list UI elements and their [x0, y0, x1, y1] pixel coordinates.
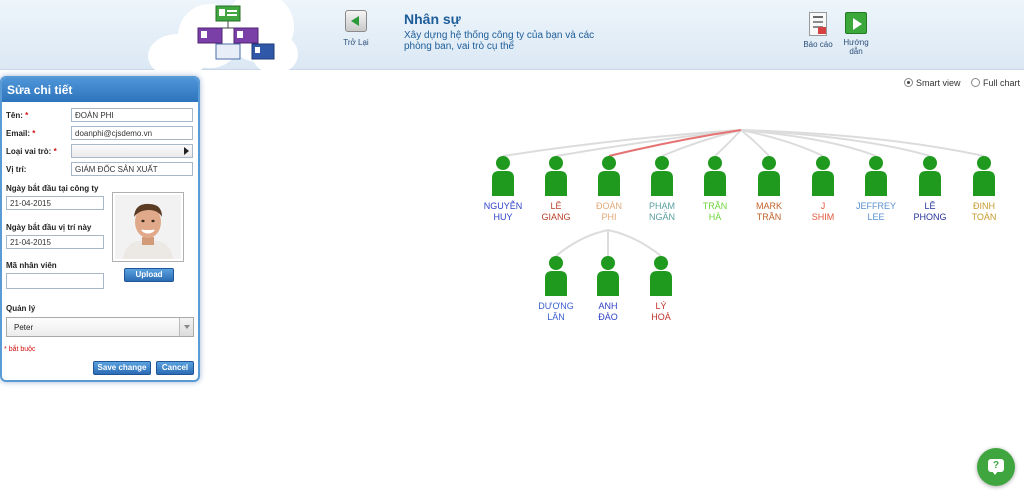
panel-title: Sửa chi tiết	[2, 78, 198, 102]
company-start-date-field[interactable]: 21-04-2015	[6, 196, 104, 210]
upload-button[interactable]: Upload	[124, 268, 174, 282]
employee-last-name: LEE	[867, 212, 885, 222]
email-label: Email:	[6, 129, 31, 138]
employee-last-name: ĐÀO	[598, 312, 618, 322]
role-label-wrap: Loại vai trò: *	[6, 147, 57, 156]
employee-last-name: LÂN	[547, 312, 565, 322]
employee-node[interactable]: PHẠM NGÂN	[632, 154, 692, 223]
name-field[interactable]: ĐOÀN PHI	[71, 108, 193, 122]
required-mark: *	[32, 129, 36, 138]
email-field[interactable]: doanphi@cjsdemo.vn	[71, 126, 193, 140]
employee-id-field[interactable]	[6, 273, 104, 289]
employee-node[interactable]: LÊ GIANG	[526, 154, 586, 223]
employee-first-name: PHẠM	[648, 201, 675, 211]
employee-first-name: LÝ	[655, 301, 667, 311]
required-mark: *	[4, 346, 7, 353]
role-select[interactable]	[71, 144, 193, 158]
employee-last-name: HOÀ	[651, 312, 671, 322]
employee-node[interactable]: LÊ PHONG	[900, 154, 960, 223]
manager-label: Quản lý	[6, 304, 36, 313]
company-start-label: Ngày bắt đầu tại công ty	[6, 184, 99, 193]
position-field[interactable]: GIÁM ĐỐC SẢN XUẤT	[71, 162, 193, 176]
position-label: Vị trí:	[6, 165, 27, 174]
employee-id-label: Mã nhân viên	[6, 261, 57, 270]
person-icon	[651, 156, 673, 196]
required-note: * bắt buộc	[4, 346, 36, 353]
employee-node[interactable]: JEFFREY LEE	[846, 154, 906, 223]
chevron-down-icon[interactable]	[179, 318, 193, 336]
employee-node[interactable]: LÝ HOÀ	[631, 254, 691, 323]
chevron-right-icon	[184, 147, 189, 155]
required-mark: *	[25, 111, 29, 120]
person-icon	[545, 256, 567, 296]
employee-last-name: PHI	[601, 212, 617, 222]
employee-node[interactable]: MARK TRẦN	[739, 154, 799, 223]
profile-photo	[112, 192, 184, 262]
employee-last-name: HÀ	[708, 212, 722, 222]
person-icon	[758, 156, 780, 196]
employee-node[interactable]: ĐINH TOÀN	[954, 154, 1014, 223]
employee-first-name: TRẦN	[702, 201, 728, 211]
employee-first-name: NGUYỄN	[483, 201, 523, 211]
employee-node[interactable]: TRẦN HÀ	[685, 154, 745, 223]
employee-last-name: NGÂN	[648, 212, 675, 222]
name-label-wrap: Tên: *	[6, 111, 28, 120]
name-label: Tên:	[6, 111, 23, 120]
employee-first-name: ANH	[598, 301, 618, 311]
position-start-label: Ngày bắt đầu vị trí này	[6, 223, 92, 232]
employee-last-name: HUY	[493, 212, 513, 222]
employee-first-name: LÊ	[550, 201, 562, 211]
edit-details-panel: Sửa chi tiết Tên: * ĐOÀN PHI Email: * do…	[0, 76, 200, 382]
avatar	[115, 195, 181, 259]
help-chat-button[interactable]: ?	[977, 448, 1015, 486]
employee-last-name: SHIM	[811, 212, 835, 222]
required-mark: *	[53, 147, 57, 156]
employee-first-name: ĐINH	[973, 201, 995, 211]
person-icon	[812, 156, 834, 196]
employee-last-name: PHONG	[913, 212, 947, 222]
employee-first-name: J	[820, 201, 826, 211]
position-start-date-field[interactable]: 21-04-2015	[6, 235, 104, 249]
employee-first-name: JEFFREY	[855, 201, 896, 211]
person-icon	[919, 156, 941, 196]
employee-first-name: MARK	[755, 201, 782, 211]
required-note-text: bắt buộc	[8, 346, 36, 353]
employee-first-name: LÊ	[924, 201, 936, 211]
employee-node[interactable]: DƯƠNG LÂN	[526, 254, 586, 323]
email-label-wrap: Email: *	[6, 129, 35, 138]
person-icon	[973, 156, 995, 196]
employee-first-name: ĐOÀN	[595, 201, 622, 211]
role-label: Loại vai trò:	[6, 147, 52, 156]
employee-node[interactable]: NGUYỄN HUY	[473, 154, 533, 223]
employee-last-name: TOÀN	[971, 212, 997, 222]
person-icon	[545, 156, 567, 196]
save-change-button[interactable]: Save change	[93, 361, 151, 375]
employee-first-name: DƯƠNG	[538, 301, 574, 311]
employee-last-name: GIANG	[541, 212, 571, 222]
person-icon	[865, 156, 887, 196]
cancel-button[interactable]: Cancel	[156, 361, 194, 375]
employee-node[interactable]: J SHIM	[793, 154, 853, 223]
employee-node[interactable]: ANH ĐÀO	[578, 254, 638, 323]
manager-value: Peter	[14, 323, 34, 332]
question-chat-icon: ?	[988, 459, 1004, 475]
person-icon	[597, 256, 619, 296]
person-icon	[492, 156, 514, 196]
employee-last-name: TRẦN	[756, 212, 782, 222]
person-icon	[598, 156, 620, 196]
person-icon	[650, 256, 672, 296]
person-icon	[704, 156, 726, 196]
employee-node-selected[interactable]: ĐOÀN PHI	[579, 154, 639, 223]
manager-select[interactable]: Peter	[6, 317, 194, 337]
